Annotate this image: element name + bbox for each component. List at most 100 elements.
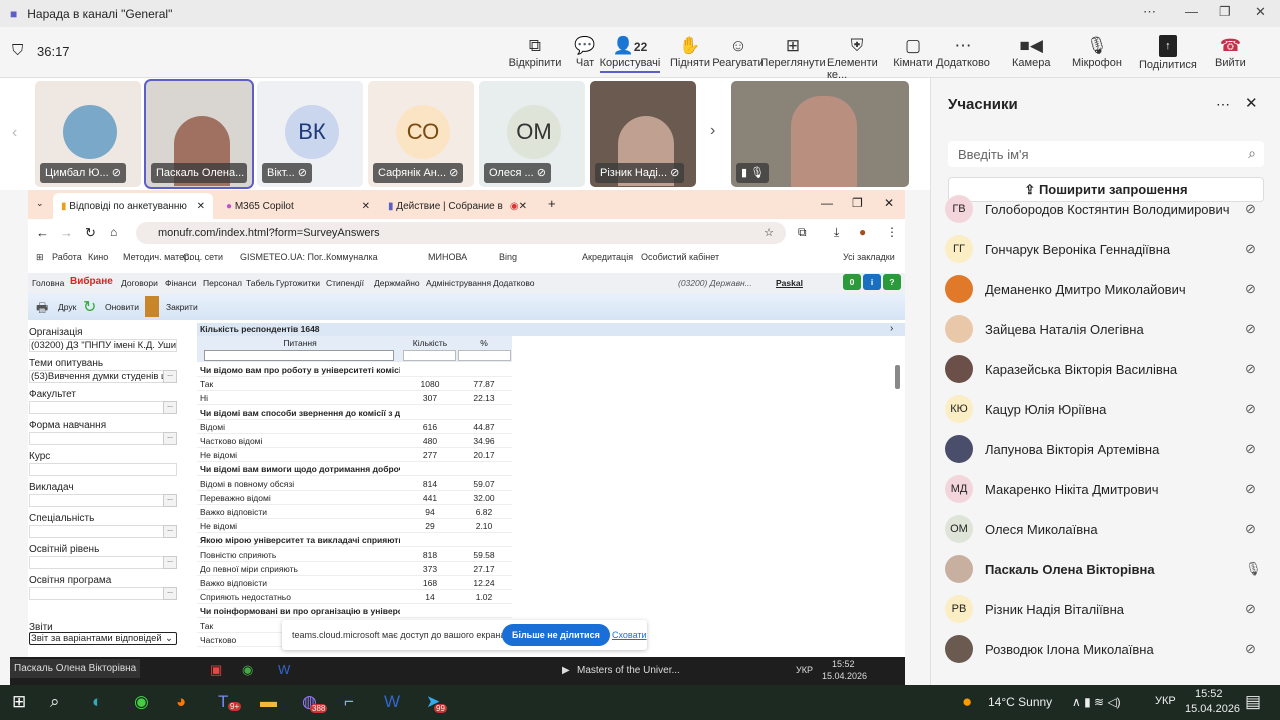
participant-item[interactable]: ГВ Голобородов Костянтин Володимирович ⊘ [945, 189, 1265, 229]
close-tab-icon[interactable]: ✕ [197, 201, 205, 212]
browse-button[interactable]: ... [163, 370, 177, 383]
zero-badge[interactable]: 0 [843, 274, 861, 290]
filter-input[interactable] [29, 525, 177, 538]
participant-item[interactable]: Каразейська Вікторія Василівна ⊘ [945, 349, 1265, 389]
profile-avatar[interactable]: ● [859, 225, 866, 239]
menu-item[interactable]: Гуртожитки [276, 278, 320, 288]
filter-input[interactable] [29, 432, 177, 445]
close-icon[interactable]: ✕ [1245, 94, 1258, 112]
bookmark-item[interactable]: Усі закладки [843, 252, 895, 262]
info-button[interactable]: i [863, 274, 881, 290]
share-button[interactable]: ↑ Поділитися [1139, 35, 1197, 71]
percent-filter-input[interactable] [458, 350, 511, 361]
browse-button[interactable]: ... [163, 556, 177, 569]
bookmark-item[interactable]: Коммуналка [326, 252, 378, 262]
video-tile[interactable]: Різник Наді... ⊘ [590, 81, 696, 187]
mic-off-icon[interactable]: ⊘ [1245, 641, 1265, 657]
chrome-icon[interactable]: ◉ [134, 692, 149, 712]
bookmark-item[interactable]: Акредитація [582, 252, 633, 262]
mic-off-icon[interactable]: ⊘ [1245, 601, 1265, 617]
notifications-icon[interactable]: ▤ [1245, 692, 1261, 712]
participant-item[interactable]: МД Макаренко Нікіта Дмитрович ⊘ [945, 469, 1265, 509]
bookmark-item[interactable]: Работа [52, 252, 82, 262]
app-icon[interactable]: ⌐ [344, 692, 354, 712]
bookmark-item[interactable]: Кино [88, 252, 108, 262]
leave-button[interactable]: ☎ Вийти [1215, 35, 1246, 69]
bookmark-item[interactable]: Соц. сети [183, 252, 223, 262]
mic-off-icon[interactable]: ⊘ [1245, 281, 1265, 297]
mic-off-icon[interactable]: ⊘ [1245, 441, 1265, 457]
menu-item[interactable]: Вибране [70, 276, 113, 287]
filter-input[interactable]: (03200) ДЗ "ПНПУ імені К.Д. Ушинсь [29, 339, 177, 352]
video-tile[interactable]: Паскаль Олена... ⊘ [144, 79, 254, 189]
tab-teams-meeting[interactable]: ▮ Действие | Собрание в ка...◉✕ [380, 193, 535, 219]
video-tile[interactable]: ОМ Олеся ... ⊘ [479, 81, 585, 187]
participant-item[interactable]: Розводюк Ілона Миколаївна ⊘ [945, 629, 1265, 669]
browse-button[interactable]: ... [163, 587, 177, 600]
forward-icon[interactable]: → [60, 225, 73, 240]
column-header-percent[interactable]: % [457, 338, 511, 348]
chevron-right-icon[interactable]: › [710, 122, 715, 140]
browse-button[interactable]: ... [163, 401, 177, 414]
chevron-left-icon[interactable]: ‹ [12, 124, 17, 142]
filter-input[interactable] [29, 556, 177, 569]
reload-icon[interactable]: ↻ [85, 225, 96, 241]
weather-text[interactable]: 14°C Sunny [988, 695, 1052, 709]
participant-search-input[interactable]: Введіть ім'я ⌕ [948, 141, 1264, 167]
close-tab-icon[interactable]: ✕ [519, 201, 527, 212]
menu-item[interactable]: Стипендії [326, 278, 364, 288]
mic-off-icon[interactable]: ⊘ [1245, 361, 1265, 377]
minimize-button[interactable]: — [1185, 4, 1198, 19]
teams-icon[interactable]: T [218, 692, 228, 712]
print-button[interactable]: Друк [58, 302, 76, 312]
help-button[interactable]: ? [883, 274, 901, 290]
participant-item[interactable]: Зайцева Наталія Олегівна ⊘ [945, 309, 1265, 349]
menu-item[interactable]: Адміністрування [426, 278, 491, 288]
mic-off-icon[interactable]: ⊘ [1245, 481, 1265, 497]
browse-button[interactable]: ... [163, 525, 177, 538]
participant-item[interactable]: КЮ Кацур Юлія Юріївна ⊘ [945, 389, 1265, 429]
url-input[interactable]: monufr.com/index.html?form=SurveyAnswers… [136, 222, 786, 244]
tab-survey-answers[interactable]: ▮ Відповіді по анкетуванню ✕ [53, 193, 213, 219]
filter-input[interactable] [29, 587, 177, 600]
column-header-count[interactable]: Кількість [403, 338, 457, 348]
mic-off-icon[interactable]: ⊘ [1245, 521, 1265, 537]
bookmark-item[interactable]: Bing [499, 252, 517, 262]
windows-start-icon[interactable]: ⊞ [12, 692, 26, 712]
mic-off-icon[interactable]: ⊘ [1245, 201, 1265, 217]
mic-off-icon[interactable]: ⊘ [1245, 241, 1265, 257]
participant-item[interactable]: Паскаль Олена Вікторівна 🎙 [945, 549, 1265, 589]
powerpoint-icon[interactable]: ▣ [210, 662, 222, 678]
question-filter-input[interactable] [204, 350, 394, 361]
mic-icon[interactable]: 🎙 [1245, 561, 1265, 577]
participant-item[interactable]: Деманенко Дмитро Миколайович ⊘ [945, 269, 1265, 309]
back-icon[interactable]: ← [36, 225, 49, 240]
menu-item[interactable]: Додатково [493, 278, 534, 288]
menu-item[interactable]: Персонал [203, 278, 242, 288]
mic-off-icon[interactable]: ⊘ [1245, 401, 1265, 417]
tab-list-icon[interactable]: ⌄ [36, 198, 44, 209]
door-icon[interactable] [145, 296, 159, 317]
more-icon[interactable]: ⋯ [1216, 96, 1230, 113]
toolbar-button-more[interactable]: ⋯ Додатково [933, 35, 993, 69]
bookmark-item[interactable]: GISMETEO.UA: Пог... [240, 252, 329, 262]
menu-item[interactable]: Договори [121, 278, 158, 288]
participant-item[interactable]: Лапунова Вікторія Артемівна ⊘ [945, 429, 1265, 469]
edge-icon[interactable]: ◐ [92, 692, 102, 712]
print-icon[interactable]: 🖶 [36, 299, 48, 321]
stop-sharing-button[interactable]: Більше не ділитися [502, 624, 610, 646]
word-icon[interactable]: W [384, 692, 400, 712]
new-tab-button[interactable]: + [548, 196, 556, 211]
video-tile[interactable]: Цимбал Ю... ⊘ [35, 81, 141, 187]
toolbar-button-shield[interactable]: ⛨ Елементи ке... [827, 35, 887, 81]
refresh-icon[interactable]: ↻ [83, 297, 96, 317]
scrollbar-thumb[interactable] [895, 365, 900, 389]
video-tile[interactable]: ВК Вікт... ⊘ [257, 81, 363, 187]
search-icon[interactable]: ⌕ [50, 692, 60, 712]
microphone-button[interactable]: 🎙 Мікрофон [1072, 35, 1122, 69]
more-icon[interactable]: ⋯ [1143, 4, 1156, 20]
maximize-button[interactable]: ❐ [1219, 4, 1231, 20]
toolbar-button-view[interactable]: ⊞ Переглянути [760, 35, 825, 69]
menu-icon[interactable]: ⋮ [886, 225, 898, 239]
menu-item[interactable]: Фінанси [165, 278, 196, 288]
